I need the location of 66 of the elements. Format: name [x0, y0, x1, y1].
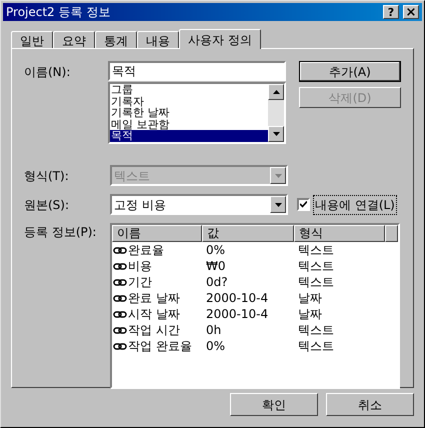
link-icon — [113, 278, 127, 286]
table-cell-text: 0h — [205, 322, 222, 339]
tab[interactable]: 일반 — [11, 31, 53, 48]
table-cell-text: 0% — [205, 242, 226, 259]
window-title: Project2 등록 정보 — [6, 4, 112, 21]
scroll-up-button[interactable] — [268, 84, 284, 100]
table-cell-text: 2000-10-4 — [205, 306, 270, 323]
table-cell-text: 텍스트 — [297, 338, 335, 355]
properties-label: 등록 정보(P): — [24, 224, 98, 241]
table-cell-text: 0% — [205, 338, 226, 355]
table-cell-text: 2000-10-4 — [205, 290, 270, 307]
checkbox[interactable] — [297, 198, 310, 211]
link-icon — [113, 294, 127, 302]
list-item[interactable]: 목적 — [110, 130, 268, 142]
table-cell-text: 비용 — [128, 258, 152, 275]
table-cell-text: 날짜 — [297, 290, 323, 307]
list-item[interactable]: 메일 보관함 — [110, 118, 268, 130]
source-label: 원본(S): — [24, 196, 70, 214]
table-cell-text: 완료 날짜 — [128, 290, 180, 307]
tab[interactable]: 내용 — [137, 31, 179, 48]
link-icon — [113, 342, 127, 350]
name-label: 이름(N): — [24, 64, 72, 81]
dropdown-value: 텍스트 — [113, 168, 151, 184]
scroll-down-button[interactable] — [268, 126, 284, 142]
caret-icon — [274, 174, 282, 178]
caret-icon — [274, 202, 282, 206]
tab[interactable]: 요약 — [53, 31, 95, 48]
name-input-field[interactable]: 목적 — [108, 61, 286, 81]
list-item[interactable]: 기록한 날짜 — [110, 107, 268, 119]
dropdown-arrow-button[interactable] — [270, 196, 286, 213]
checkbox-label[interactable]: 내용에 연결(L) — [313, 194, 397, 214]
help-button[interactable]: ? — [383, 5, 399, 19]
column-header[interactable]: 형식 — [294, 225, 385, 242]
add-button[interactable]: 추가(A) — [299, 61, 401, 82]
link-icon — [113, 326, 127, 334]
list-item[interactable]: 그룹 — [110, 84, 268, 96]
table-cell-text: 작업 시간 — [128, 322, 180, 339]
dropdown-value: 고정 비용 — [113, 196, 167, 214]
table-cell-text: 텍스트 — [297, 258, 335, 275]
table-cell-text: ₩0 — [205, 258, 226, 275]
table-cell-text: 완료율 — [128, 242, 164, 259]
column-header[interactable]: 이름 — [112, 225, 202, 242]
table-cell-text: 0d? — [205, 274, 229, 291]
scrollbar[interactable] — [268, 84, 284, 142]
link-icon — [113, 310, 127, 318]
table-cell-text: 시작 날짜 — [128, 306, 180, 323]
list-item[interactable]: 기록자 — [110, 96, 268, 108]
close-button[interactable]: × — [403, 5, 419, 19]
tab[interactable]: 사용자 정의 — [179, 29, 261, 49]
link-icon — [113, 262, 127, 270]
checkmark-icon — [300, 201, 307, 208]
table-cell-text: 텍스트 — [297, 242, 335, 259]
tab[interactable]: 통계 — [95, 31, 137, 48]
table-cell-text: 작업 완료율 — [128, 338, 192, 355]
table-cell-text: 텍스트 — [297, 274, 335, 291]
ok-button[interactable]: 확인 — [230, 393, 318, 416]
table-cell-text: 날짜 — [297, 306, 323, 323]
cancel-button[interactable]: 취소 — [326, 393, 414, 416]
table-cell-text: 기간 — [128, 274, 152, 291]
caret-icon — [272, 90, 280, 94]
type-label: 형식(T): — [24, 168, 70, 184]
caret-icon — [272, 132, 280, 136]
link-icon — [113, 246, 127, 254]
table-cell-text: 텍스트 — [297, 322, 335, 339]
source-dropdown[interactable]: 고정 비용 — [110, 194, 288, 215]
column-header[interactable]: 값 — [202, 225, 294, 242]
